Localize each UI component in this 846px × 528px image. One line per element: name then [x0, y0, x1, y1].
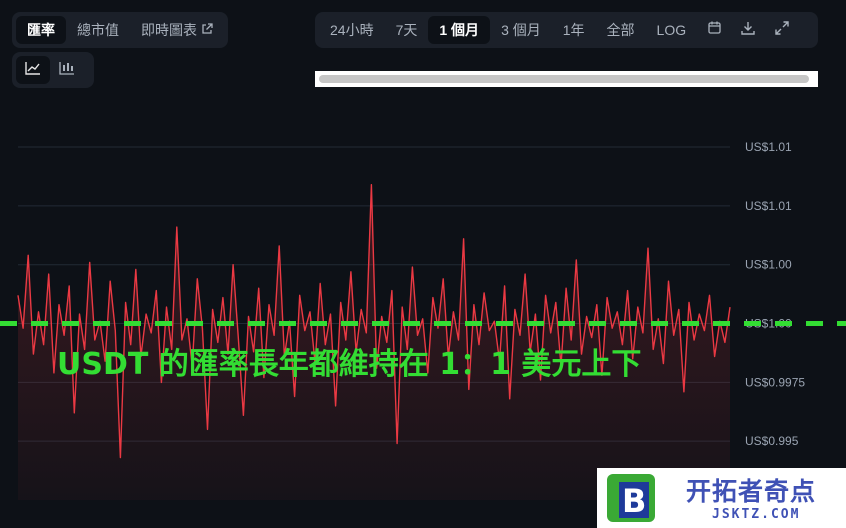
range-1m[interactable]: 1 個月 [428, 16, 491, 44]
chart-range-scrollbar[interactable] [315, 71, 818, 87]
tab-market-cap[interactable]: 總市值 [66, 16, 130, 44]
range-all[interactable]: 全部 [596, 16, 646, 44]
y-axis: US$1.01US$1.01US$1.00US$1.00US$0.9975US$… [745, 140, 805, 448]
range-7d[interactable]: 7天 [385, 16, 429, 44]
y-tick-label: US$1.00 [745, 258, 792, 272]
log-scale-toggle[interactable]: LOG [646, 16, 698, 44]
line-chart-button[interactable] [16, 56, 50, 84]
watermark-logo: B [607, 474, 655, 522]
watermark-logo-letter: B [622, 482, 646, 520]
time-range-group: 24小時 7天 1 個月 3 個月 1年 全部 LOG [315, 12, 818, 48]
y-tick-label: US$0.9975 [745, 375, 805, 389]
candlestick-chart-button[interactable] [50, 56, 84, 84]
candlestick-chart-icon [59, 61, 75, 80]
download-button[interactable] [731, 16, 765, 44]
y-tick-label: US$1.01 [745, 199, 792, 213]
date-picker-button[interactable] [697, 16, 731, 44]
y-tick-label: US$1.01 [745, 140, 792, 154]
metric-tab-group: 匯率 總市值 即時圖表 [12, 12, 228, 48]
tab-live-chart[interactable]: 即時圖表 [130, 16, 224, 44]
tab-exchange-rate[interactable]: 匯率 [16, 16, 66, 44]
fullscreen-icon [775, 20, 789, 40]
external-link-icon [201, 17, 213, 45]
download-icon [741, 21, 755, 40]
y-tick-label: US$0.995 [745, 434, 799, 448]
tab-live-chart-label: 即時圖表 [141, 22, 197, 38]
watermark-title: 开拓者奇点 [686, 478, 817, 506]
calendar-icon [707, 21, 721, 39]
range-24h[interactable]: 24小時 [319, 16, 385, 44]
scrollbar-thumb[interactable] [319, 75, 809, 83]
line-chart-icon [25, 61, 41, 80]
annotation-text: USDT 的匯率長年都維持在 1：1 美元上下 [57, 347, 641, 382]
range-1y[interactable]: 1年 [552, 16, 596, 44]
chart-type-group [12, 52, 94, 88]
fullscreen-button[interactable] [765, 16, 799, 44]
range-3m[interactable]: 3 個月 [490, 16, 552, 44]
watermark-subtitle: JSKTZ.COM [712, 507, 801, 522]
